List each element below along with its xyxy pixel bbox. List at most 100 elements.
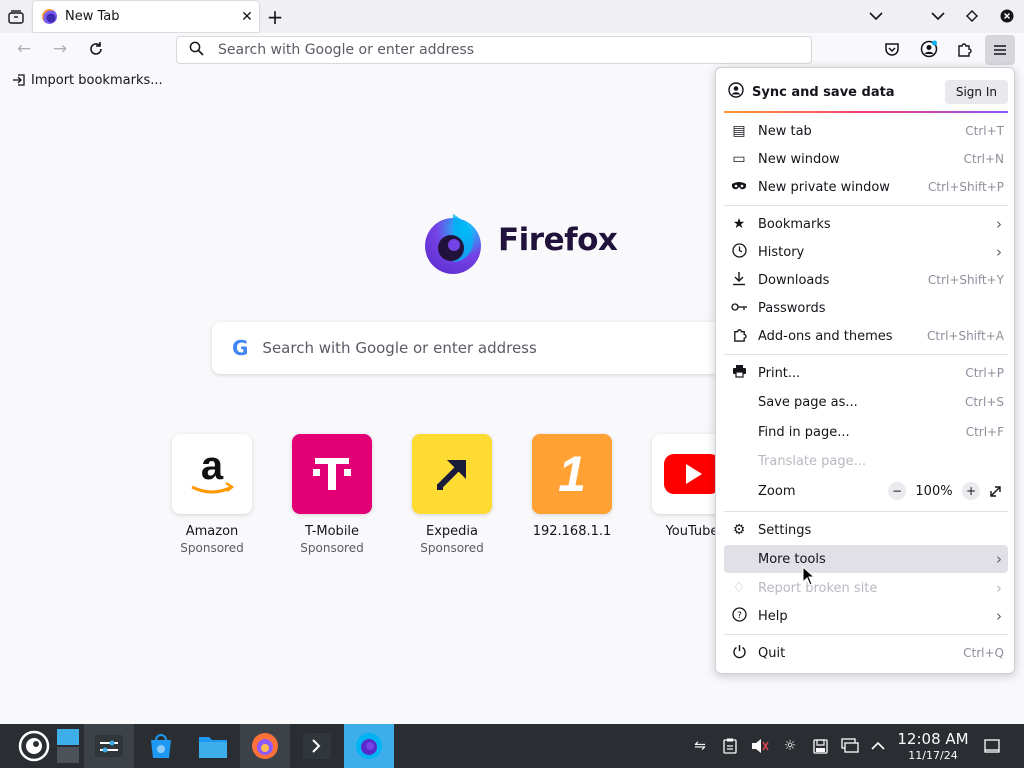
sponsored-label: Sponsored xyxy=(420,541,484,555)
chevron-right-icon: › xyxy=(996,215,1002,233)
window-minimize-icon[interactable] xyxy=(928,6,948,26)
address-bar[interactable]: Search with Google or enter address xyxy=(176,36,812,64)
menu-label: More tools xyxy=(758,551,826,567)
fullscreen-icon[interactable] xyxy=(986,482,1004,500)
show-desktop-icon[interactable] xyxy=(982,736,1002,756)
show-hidden-icons-chevron-icon[interactable] xyxy=(868,736,888,756)
tab-title: New Tab xyxy=(65,9,120,24)
task-file-manager[interactable] xyxy=(188,724,238,768)
menu-label: History xyxy=(758,244,805,260)
task-discover[interactable] xyxy=(136,724,186,768)
application-launcher[interactable] xyxy=(12,724,56,768)
menu-item-print[interactable]: Print... Ctrl+P xyxy=(724,359,1008,387)
window-maximize-icon[interactable] xyxy=(962,6,982,26)
zoom-level[interactable]: 100% xyxy=(912,484,956,499)
menu-item-addons-themes[interactable]: Add-ons and themes Ctrl+Shift+A xyxy=(724,322,1008,350)
menu-item-new-window[interactable]: ▭ New window Ctrl+N xyxy=(724,145,1008,173)
search-icon xyxy=(189,41,204,60)
import-icon xyxy=(13,74,25,86)
menu-item-new-tab[interactable]: ▤ New tab Ctrl+T xyxy=(724,117,1008,145)
top-site-tmobile[interactable]: T-Mobile Sponsored xyxy=(282,434,382,555)
sync-header[interactable]: Sync and save data Sign In xyxy=(724,76,1008,108)
reload-icon[interactable] xyxy=(86,39,106,59)
mouse-cursor-icon xyxy=(802,566,816,586)
star-icon: ★ xyxy=(732,216,746,232)
menu-separator xyxy=(724,205,1008,206)
menu-label: Downloads xyxy=(758,272,830,288)
menu-label: Add-ons and themes xyxy=(758,328,893,344)
firefox-logo-icon xyxy=(425,214,481,274)
clock-time: 12:08 AM xyxy=(897,730,969,748)
list-all-tabs-icon[interactable] xyxy=(6,7,26,27)
firefox-nightly-taskbar-icon xyxy=(356,733,382,759)
store-bag-icon xyxy=(151,734,171,758)
digital-clock[interactable]: 12:08 AM 11/17/24 xyxy=(896,730,970,762)
newtab-search-box[interactable]: G Search with Google or enter address xyxy=(212,322,772,374)
task-firefox[interactable] xyxy=(240,724,290,768)
menu-label: Passwords xyxy=(758,300,826,316)
app-menu-panel: Sync and save data Sign In ▤ New tab Ctr… xyxy=(715,67,1015,674)
tmobile-tile-icon xyxy=(292,434,372,514)
close-tab-icon[interactable]: ✕ xyxy=(235,9,259,25)
app-menu-button[interactable] xyxy=(985,35,1015,65)
pocket-icon[interactable] xyxy=(882,39,902,59)
extensions-puzzle-icon[interactable] xyxy=(954,39,974,59)
menu-item-downloads[interactable]: Downloads Ctrl+Shift+Y xyxy=(724,266,1008,294)
menu-shortcut: Ctrl+T xyxy=(965,124,1004,138)
tab-strip: New Tab ✕ + xyxy=(0,0,1024,33)
menu-shortcut: Ctrl+Shift+P xyxy=(928,180,1004,194)
top-site-amazon[interactable]: a Amazon Sponsored xyxy=(162,434,262,555)
menu-item-quit[interactable]: Quit Ctrl+Q xyxy=(724,639,1008,667)
menu-item-find-in-page[interactable]: Find in page... Ctrl+F xyxy=(724,418,1008,446)
menu-item-help[interactable]: ? Help › xyxy=(724,602,1008,630)
menu-item-history[interactable]: History › xyxy=(724,238,1008,266)
menu-item-bookmarks[interactable]: ★ Bookmarks › xyxy=(724,210,1008,238)
import-bookmarks-item[interactable]: Import bookmarks... xyxy=(12,73,163,88)
sponsored-label: Sponsored xyxy=(300,541,364,555)
newtab-search-placeholder: Search with Google or enter address xyxy=(262,339,537,357)
tab-new-tab[interactable]: New Tab ✕ xyxy=(33,1,259,32)
window-close-icon[interactable] xyxy=(997,6,1017,26)
back-arrow-icon[interactable]: ← xyxy=(14,39,34,59)
sync-divider xyxy=(724,111,1008,113)
clock-date: 11/17/24 xyxy=(908,749,958,762)
menu-item-new-private-window[interactable]: New private window Ctrl+Shift+P xyxy=(724,173,1008,201)
menu-separator xyxy=(724,354,1008,355)
menu-item-passwords[interactable]: Passwords xyxy=(724,294,1008,322)
menu-separator xyxy=(724,634,1008,635)
desktop-2-icon[interactable] xyxy=(57,747,79,763)
top-site-expedia[interactable]: Expedia Sponsored xyxy=(402,434,502,555)
menu-item-settings[interactable]: ⚙ Settings xyxy=(724,516,1008,544)
menu-label: Zoom xyxy=(758,483,796,499)
menu-separator xyxy=(724,511,1008,512)
tab-overflow-chevron-icon[interactable] xyxy=(866,6,886,26)
pager[interactable] xyxy=(56,724,80,768)
help-question-icon: ? xyxy=(728,606,750,626)
clipboard-icon[interactable] xyxy=(720,736,740,756)
task-system-settings[interactable] xyxy=(84,724,134,768)
lightbulb-icon: ♢ xyxy=(732,580,746,596)
network-wired-icon[interactable] xyxy=(840,736,860,756)
disk-icon[interactable] xyxy=(810,736,830,756)
desktop-1-icon[interactable] xyxy=(57,729,79,745)
private-mask-icon xyxy=(728,179,750,195)
zoom-in-button[interactable]: + xyxy=(962,482,980,500)
new-tab-plus-icon[interactable]: + xyxy=(264,5,286,29)
brightness-icon[interactable]: ☼ xyxy=(780,736,800,756)
account-icon xyxy=(728,82,744,102)
account-avatar-icon[interactable] xyxy=(918,38,940,60)
forward-arrow-icon[interactable]: → xyxy=(50,39,70,59)
opensuse-logo-icon xyxy=(18,730,50,762)
menu-label: Translate page... xyxy=(758,453,867,469)
menu-item-save-page[interactable]: Save page as... Ctrl+S xyxy=(724,388,1008,416)
zoom-out-button[interactable]: − xyxy=(888,482,906,500)
task-terminal[interactable] xyxy=(292,724,342,768)
kde-connect-icon[interactable]: ⇋ xyxy=(690,736,710,756)
volume-muted-icon[interactable] xyxy=(750,736,770,756)
task-firefox-active[interactable] xyxy=(344,724,394,768)
menu-item-more-tools[interactable]: More tools › xyxy=(724,545,1008,573)
chevron-right-icon: › xyxy=(996,243,1002,261)
sync-label: Sync and save data xyxy=(752,84,895,100)
top-site-router[interactable]: 1 192.168.1.1 xyxy=(522,434,622,539)
sign-in-button[interactable]: Sign In xyxy=(944,80,1008,104)
